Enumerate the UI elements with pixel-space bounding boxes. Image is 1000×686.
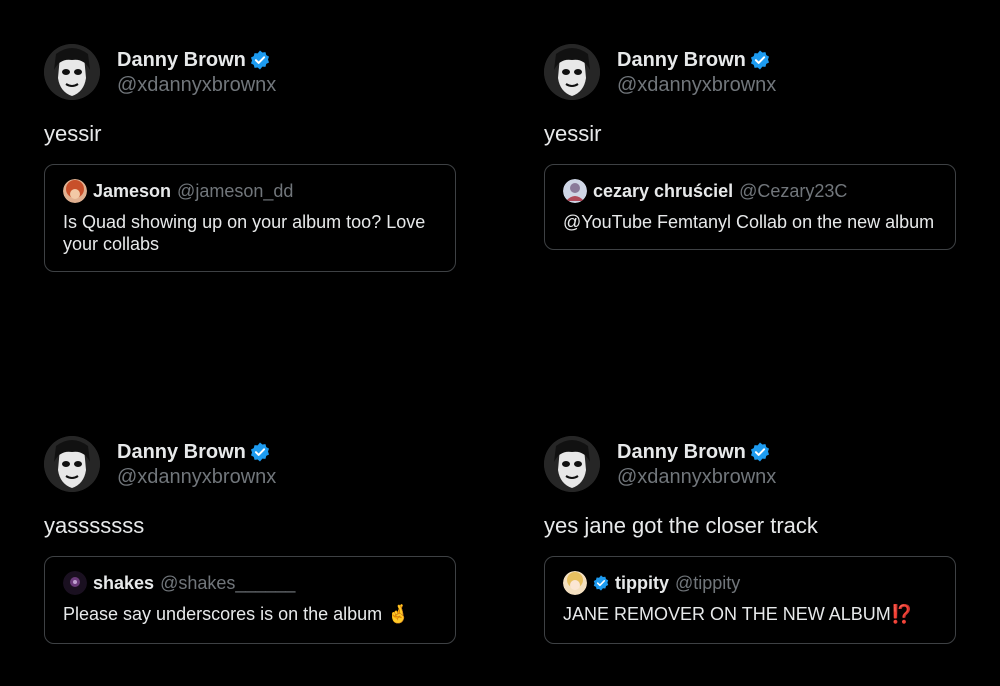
- verified-badge-icon: [750, 50, 769, 70]
- quoted-author-name[interactable]: tippity: [615, 573, 669, 594]
- quoted-text: Is Quad showing up on your album too? Lo…: [63, 212, 426, 254]
- quoted-tweet[interactable]: shakes @shakes______ Please say undersco…: [44, 556, 456, 644]
- tweet-card[interactable]: Danny Brown @xdannyxbrownx yasssssss sha…: [44, 436, 456, 644]
- tweet-text: yessir: [544, 121, 602, 146]
- quoted-author-name[interactable]: cezary chruściel: [593, 181, 733, 202]
- tweet-header: Danny Brown @xdannyxbrownx: [544, 44, 956, 100]
- avatar[interactable]: [544, 44, 600, 100]
- quoted-avatar[interactable]: [63, 179, 87, 203]
- quoted-tweet[interactable]: tippity @tippity JANE REMOVER ON THE NEW…: [544, 556, 956, 644]
- quoted-text: JANE REMOVER ON THE NEW ALBUM⁉️: [563, 604, 914, 624]
- quoted-author-name[interactable]: shakes: [93, 573, 154, 594]
- quoted-avatar[interactable]: [63, 571, 87, 595]
- tweet-card[interactable]: Danny Brown @xdannyxbrownx yessir Jameso…: [44, 44, 456, 272]
- quoted-author-handle[interactable]: @jameson_dd: [177, 181, 293, 202]
- quoted-avatar[interactable]: [563, 571, 587, 595]
- tweet-header: Danny Brown @xdannyxbrownx: [44, 44, 456, 100]
- tweet-card[interactable]: Danny Brown @xdannyxbrownx yessir cezary…: [544, 44, 956, 250]
- avatar[interactable]: [544, 436, 600, 492]
- tweet-text: yes jane got the closer track: [544, 513, 818, 538]
- verified-badge-icon: [250, 50, 269, 70]
- author-handle[interactable]: @xdannyxbrownx: [617, 74, 776, 97]
- quoted-text: @YouTube Femtanyl Collab on the new albu…: [563, 212, 935, 232]
- avatar[interactable]: [44, 44, 100, 100]
- avatar[interactable]: [44, 436, 100, 492]
- author-handle[interactable]: @xdannyxbrownx: [117, 466, 276, 489]
- verified-badge-icon: [593, 575, 609, 591]
- tweet-text: yessir: [44, 121, 102, 146]
- author-name[interactable]: Danny Brown: [617, 441, 746, 464]
- quoted-tweet[interactable]: Jameson @jameson_dd Is Quad showing up o…: [44, 164, 456, 272]
- quoted-avatar[interactable]: [563, 179, 587, 203]
- tweet-header: Danny Brown @xdannyxbrownx: [44, 436, 456, 492]
- author-handle[interactable]: @xdannyxbrownx: [117, 74, 276, 97]
- tweet-card[interactable]: Danny Brown @xdannyxbrownx yes jane got …: [544, 436, 956, 644]
- author-name[interactable]: Danny Brown: [617, 49, 746, 72]
- quoted-author-handle[interactable]: @Cezary23C: [739, 181, 847, 202]
- quoted-tweet[interactable]: cezary chruściel @Cezary23C @YouTube Fem…: [544, 164, 956, 250]
- author-name[interactable]: Danny Brown: [117, 441, 246, 464]
- tweet-text: yasssssss: [44, 513, 145, 538]
- quoted-author-handle[interactable]: @shakes______: [160, 573, 295, 594]
- quoted-text: Please say underscores is on the album 🤞: [63, 604, 410, 624]
- author-name[interactable]: Danny Brown: [117, 49, 246, 72]
- verified-badge-icon: [750, 442, 769, 462]
- verified-badge-icon: [250, 442, 269, 462]
- author-handle[interactable]: @xdannyxbrownx: [617, 466, 776, 489]
- quoted-author-handle[interactable]: @tippity: [675, 573, 740, 594]
- quoted-author-name[interactable]: Jameson: [93, 181, 171, 202]
- tweet-header: Danny Brown @xdannyxbrownx: [544, 436, 956, 492]
